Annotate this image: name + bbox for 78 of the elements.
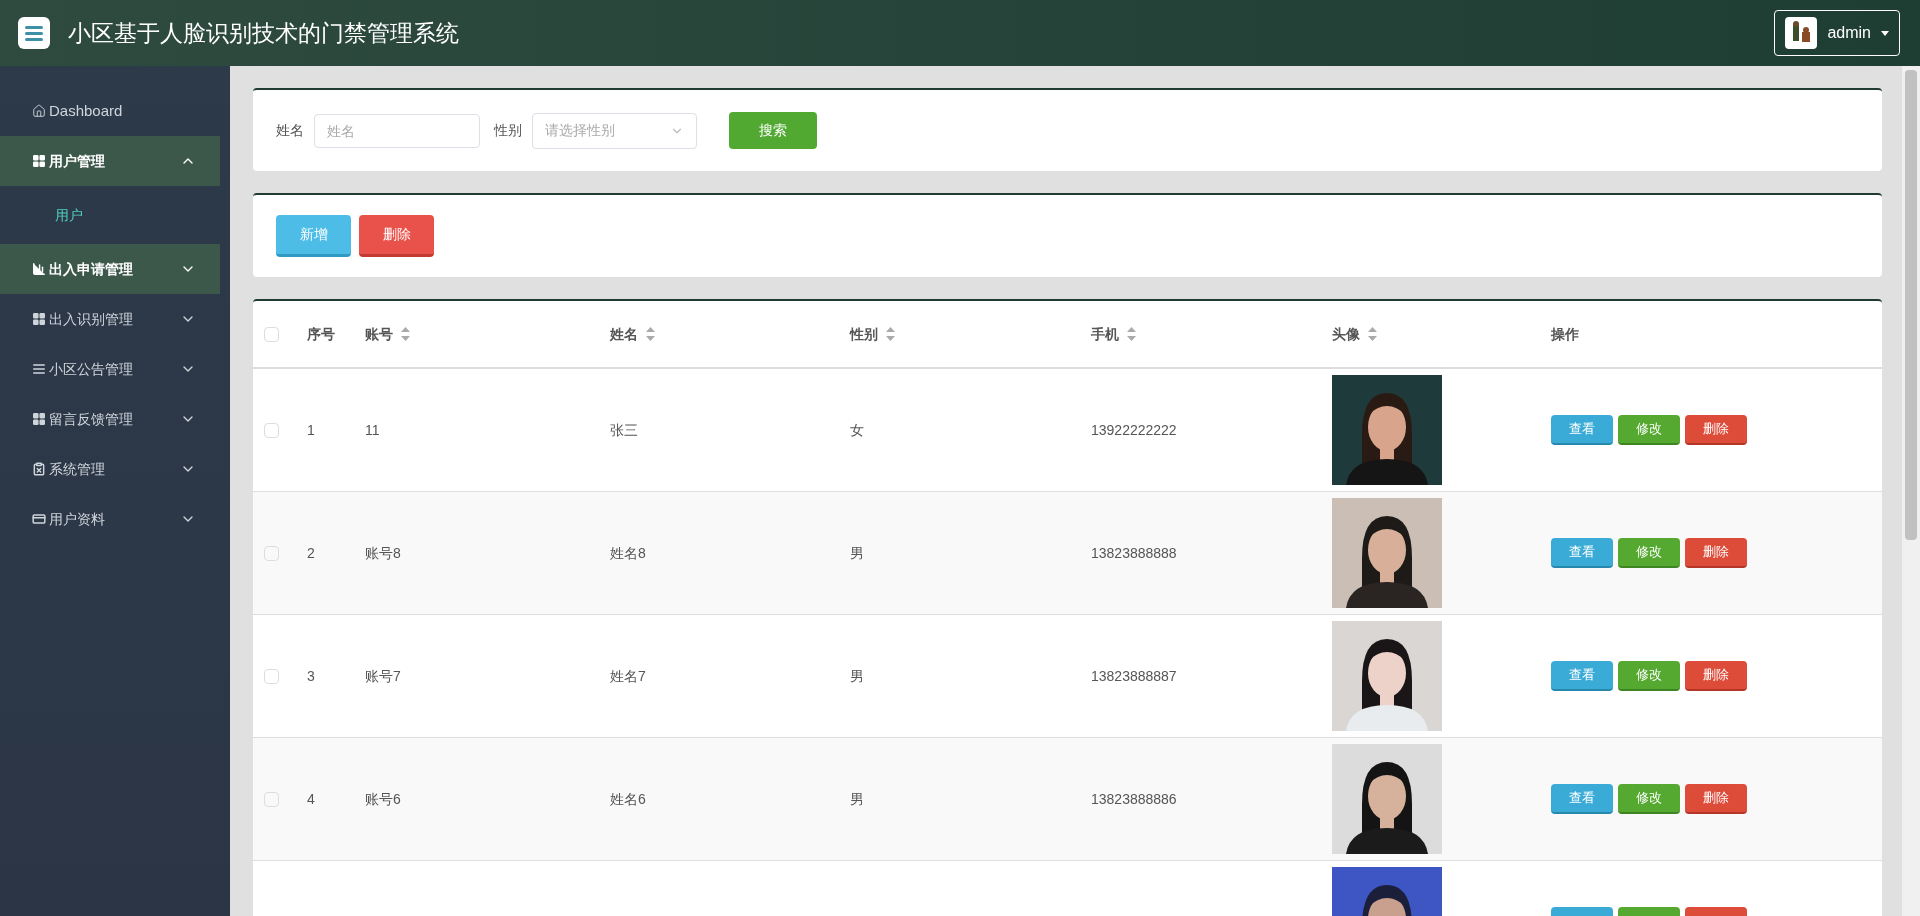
sort-icon[interactable] — [886, 327, 895, 341]
caret-icon — [1881, 30, 1889, 36]
app-title: 小区基于人脸识别技术的门禁管理系统 — [68, 18, 459, 48]
table-cell: 13922222222 — [1091, 421, 1177, 438]
table-cell: 姓名8 — [610, 544, 646, 561]
table-cell: 女 — [850, 421, 864, 438]
sort-icon[interactable] — [646, 327, 655, 341]
table-cell: 男 — [850, 667, 864, 684]
edit-button[interactable]: 修改 — [1618, 784, 1680, 814]
column-header: 序号 — [307, 324, 335, 344]
sidebar-item[interactable]: 用户管理 — [0, 136, 220, 186]
delete-button[interactable]: 删除 — [359, 215, 434, 257]
menu-icon[interactable] — [18, 17, 50, 49]
sort-icon[interactable] — [1127, 327, 1136, 341]
sort-icon[interactable] — [1368, 327, 1377, 341]
menu-item-icon — [32, 412, 46, 426]
table-cell: 姓名6 — [610, 790, 646, 807]
menu-item-icon — [32, 312, 46, 326]
table-cell: 13823888887 — [1091, 667, 1177, 684]
delete-button[interactable]: 删除 — [1685, 661, 1747, 691]
delete-button[interactable]: 删除 — [1685, 415, 1747, 445]
table-cell: 3 — [307, 667, 315, 684]
table-cell: 13823888886 — [1091, 790, 1177, 807]
row-checkbox[interactable] — [264, 422, 279, 438]
delete-button[interactable]: 删除 — [1685, 784, 1747, 814]
menu-item-icon — [32, 154, 46, 168]
table-cell: 姓名7 — [610, 667, 646, 684]
sidebar-item[interactable]: 小区公告管理 — [0, 344, 220, 394]
menu-item-icon — [32, 362, 46, 376]
table-cell: 13823888888 — [1091, 544, 1177, 561]
gender-select[interactable]: 请选择性别 — [532, 112, 697, 149]
row-checkbox[interactable] — [264, 791, 279, 807]
column-header: 头像 — [1332, 324, 1360, 344]
column-header: 姓名 — [610, 324, 638, 344]
table-cell: 账号8 — [365, 544, 401, 561]
row-checkbox[interactable] — [264, 545, 279, 561]
add-button[interactable]: 新增 — [276, 215, 351, 257]
table-cell: 账号6 — [365, 790, 401, 807]
table-cell: 张三 — [610, 421, 638, 438]
table-cell: 4 — [307, 790, 315, 807]
sidebar-item[interactable]: 系统管理 — [0, 444, 220, 494]
column-header: 性别 — [850, 324, 878, 344]
column-header: 手机 — [1091, 324, 1119, 344]
select-all-checkbox[interactable] — [264, 326, 279, 342]
table-cell: 男 — [850, 790, 864, 807]
table-cell: 11 — [365, 421, 380, 438]
menu-item-icon — [32, 104, 46, 118]
column-header: 账号 — [365, 324, 393, 344]
column-header: 操作 — [1551, 324, 1579, 344]
view-button[interactable]: 查看 — [1551, 415, 1613, 445]
view-button[interactable]: 查看 — [1551, 784, 1613, 814]
field-label: 性别 — [494, 121, 522, 140]
row-checkbox[interactable] — [264, 668, 279, 684]
sidebar-item[interactable]: 出入申请管理 — [0, 244, 220, 294]
edit-button[interactable]: 修改 — [1618, 538, 1680, 568]
sidebar-item[interactable]: 留言反馈管理 — [0, 394, 220, 444]
view-button[interactable]: 查看 — [1551, 538, 1613, 568]
name-input[interactable]: 姓名 — [314, 113, 480, 148]
avatar-icon — [1785, 17, 1818, 49]
sidebar-item[interactable]: 用户资料 — [0, 494, 220, 544]
sort-icon[interactable] — [401, 327, 410, 341]
field-label: 姓名 — [276, 121, 304, 140]
menu-item-icon — [32, 462, 46, 476]
submenu-item[interactable]: 用户 — [0, 186, 230, 244]
delete-button[interactable]: 删除 — [1685, 538, 1747, 568]
table-cell: 2 — [307, 544, 315, 561]
table-cell: 1 — [307, 421, 315, 438]
edit-button[interactable]: 修改 — [1618, 415, 1680, 445]
view-button[interactable]: 查看 — [1551, 661, 1613, 691]
sidebar-item[interactable]: Dashboard — [0, 86, 220, 136]
search-button[interactable]: 搜索 — [729, 112, 817, 149]
user-menu[interactable]: admin — [1774, 10, 1900, 56]
table-cell: 账号7 — [365, 667, 401, 684]
table-cell: 男 — [850, 544, 864, 561]
menu-item-icon — [32, 262, 46, 276]
edit-button[interactable]: 修改 — [1618, 661, 1680, 691]
sidebar-item[interactable]: 出入识别管理 — [0, 294, 220, 344]
menu-item-icon — [32, 512, 46, 526]
